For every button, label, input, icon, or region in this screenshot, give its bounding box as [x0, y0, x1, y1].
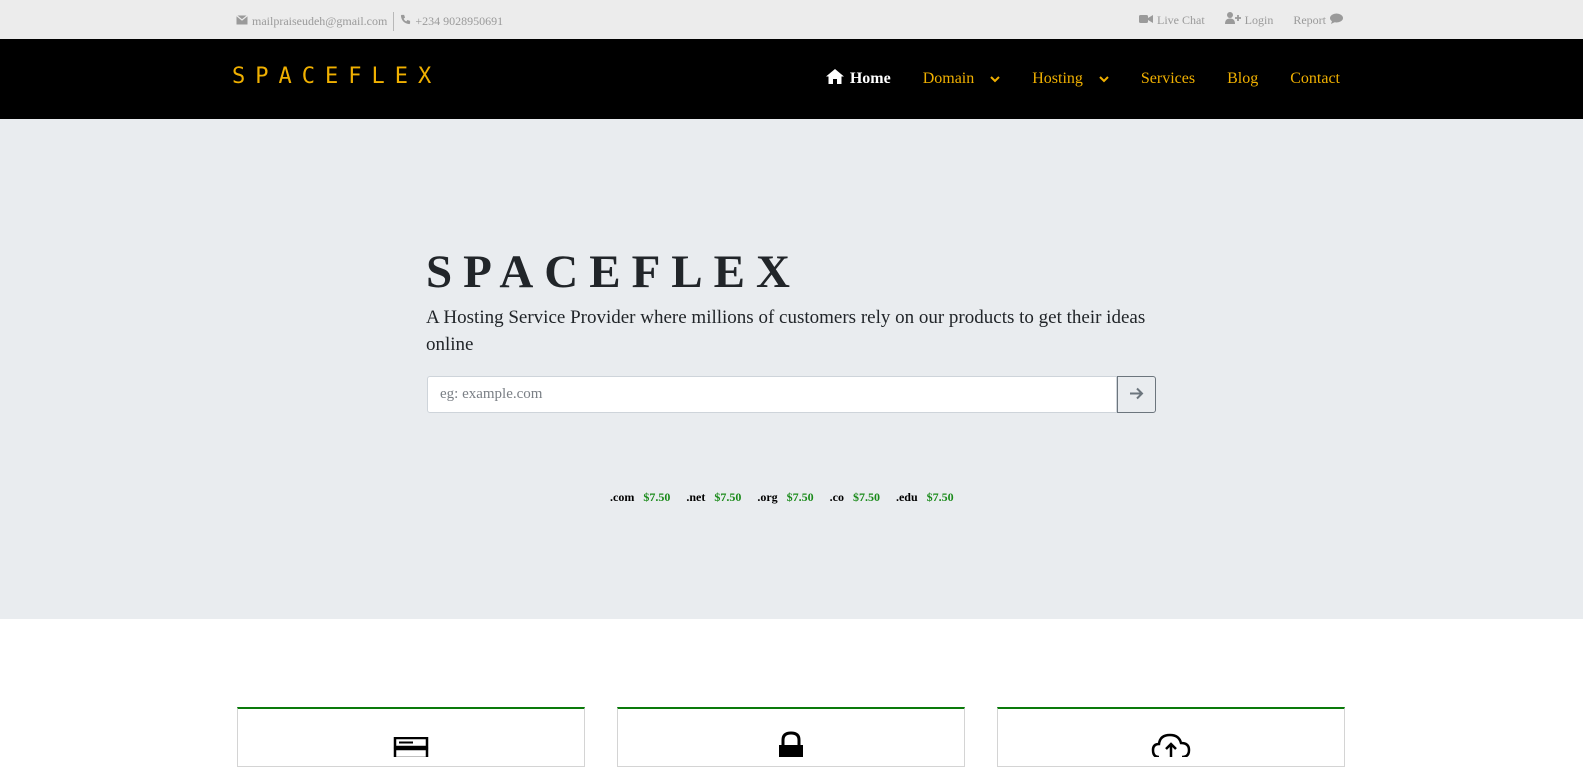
nav-item-label: Hosting: [1032, 70, 1083, 87]
domain-search-button[interactable]: [1117, 376, 1156, 413]
domain-price: $7.50: [714, 490, 742, 504]
login-link[interactable]: Login: [1224, 12, 1274, 28]
domain-price-item: .co $7.50: [830, 490, 880, 505]
domain-tld: .net: [686, 490, 706, 504]
nav-item-label: Domain: [922, 70, 975, 87]
chevron-down-icon: [1099, 70, 1109, 88]
top-actions: Live Chat Login Report: [1139, 12, 1343, 28]
live-chat-link[interactable]: Live Chat: [1139, 13, 1205, 28]
domain-price: $7.50: [852, 490, 880, 504]
domain-tld: .com: [610, 490, 635, 504]
nav-item-contact[interactable]: Contact: [1290, 69, 1340, 89]
chevron-down-icon: [990, 70, 1000, 88]
phone-text: +234 9028950691: [415, 14, 504, 28]
report-link[interactable]: Report: [1293, 13, 1343, 28]
brand-logo[interactable]: SPACEFLEX: [232, 64, 441, 89]
domain-tld: .org: [757, 490, 778, 504]
nav-menu: Home Domain Hosting Services Blog Contac…: [825, 69, 1340, 89]
nav-item-label: Blog: [1227, 70, 1259, 87]
domain-price-item: .edu $7.50: [896, 490, 954, 505]
domain-search-input[interactable]: [427, 376, 1117, 413]
nav-item-label: Contact: [1290, 70, 1340, 87]
domain-price-list: .com $7.50 .net $7.50 .org $7.50 .co $7.…: [610, 490, 954, 505]
phone-link[interactable]: +234 9028950691: [400, 14, 503, 29]
main-navbar: SPACEFLEX Home Domain Hosting Services B…: [0, 39, 1583, 119]
server-icon: [393, 736, 429, 762]
video-icon: [1139, 13, 1153, 28]
report-label: Report: [1293, 12, 1326, 27]
hero-section: SPACEFLEX A Hosting Service Provider whe…: [0, 119, 1583, 619]
nav-item-label: Services: [1140, 70, 1196, 87]
domain-tld: .edu: [895, 490, 918, 504]
hero-title: SPACEFLEX: [426, 246, 801, 298]
nav-item-hosting[interactable]: Hosting: [1032, 69, 1109, 89]
nav-item-home[interactable]: Home: [825, 69, 891, 89]
nav-item-services[interactable]: Services: [1141, 69, 1195, 89]
hero-subtitle: A Hosting Service Provider where million…: [426, 307, 1146, 355]
user-plus-icon: [1224, 12, 1241, 28]
live-chat-label: Live Chat: [1157, 12, 1205, 27]
envelope-icon: [236, 14, 248, 29]
feature-card-server: [237, 707, 585, 767]
domain-price-item: .com $7.50: [610, 490, 670, 505]
feature-card-cloud: [997, 707, 1345, 767]
lock-icon: [777, 731, 805, 762]
domain-search: [427, 376, 1156, 413]
arrow-right-icon: [1129, 387, 1144, 403]
top-bar: mailpraiseudeh@gmail.com +234 9028950691…: [0, 0, 1583, 39]
phone-icon: [400, 14, 411, 29]
comment-icon: [1330, 13, 1343, 28]
login-label: Login: [1244, 12, 1274, 27]
divider: [393, 12, 395, 31]
domain-price-item: .org $7.50: [757, 490, 813, 505]
nav-item-domain[interactable]: Domain: [923, 69, 1001, 89]
home-icon: [825, 69, 844, 89]
domain-price-item: .net $7.50: [686, 490, 741, 505]
nav-item-blog[interactable]: Blog: [1227, 69, 1258, 89]
domain-price: $7.50: [786, 490, 814, 504]
domain-tld: .co: [829, 490, 844, 504]
domain-price: $7.50: [643, 490, 671, 504]
cloud-upload-icon: [1151, 731, 1191, 762]
domain-price: $7.50: [926, 490, 954, 504]
contact-info: mailpraiseudeh@gmail.com +234 9028950691: [236, 12, 503, 31]
feature-card-security: [617, 707, 965, 767]
nav-item-label: Home: [849, 70, 891, 87]
email-link[interactable]: mailpraiseudeh@gmail.com: [236, 14, 387, 29]
email-text: mailpraiseudeh@gmail.com: [252, 14, 388, 28]
